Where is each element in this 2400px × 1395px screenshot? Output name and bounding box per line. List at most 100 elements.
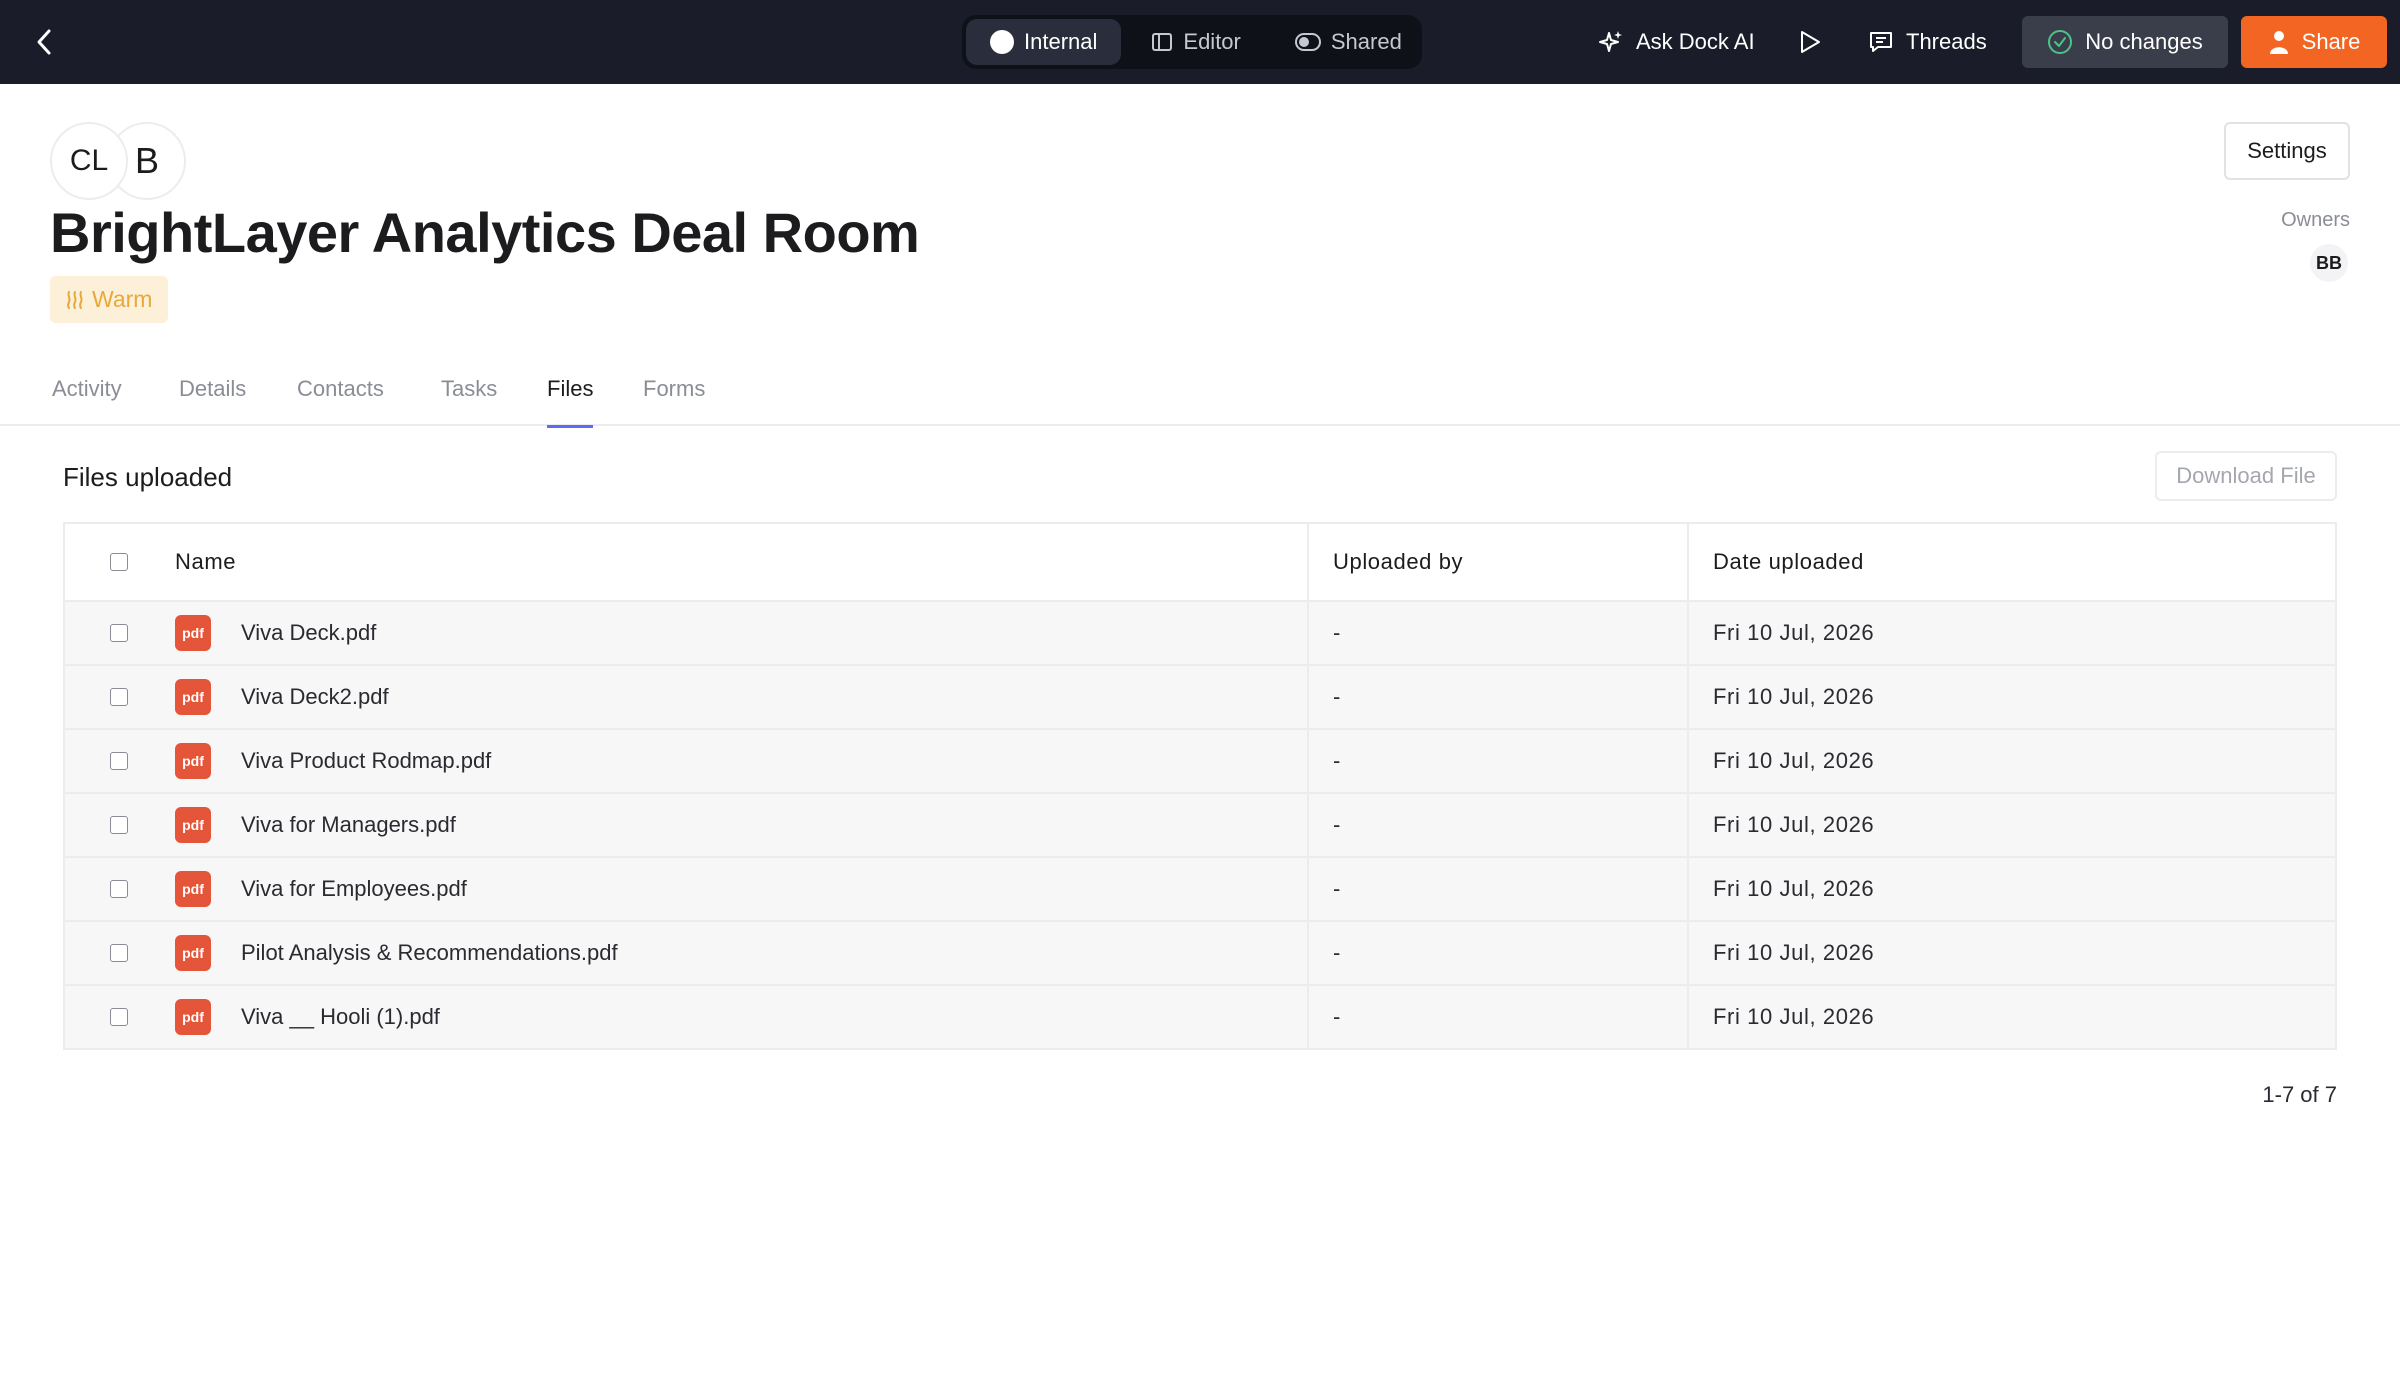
file-name-cell[interactable]: pdf Viva for Employees.pdf bbox=[173, 858, 1309, 920]
chat-icon bbox=[1870, 32, 1892, 52]
toggle-icon bbox=[1294, 33, 1321, 51]
check-circle-icon bbox=[2048, 30, 2073, 54]
row-checkbox[interactable] bbox=[110, 944, 128, 962]
file-name[interactable]: Pilot Analysis & Recommendations.pdf bbox=[241, 940, 618, 966]
pdf-file-icon: pdf bbox=[175, 615, 211, 651]
tab-activity[interactable]: Activity bbox=[52, 376, 122, 426]
file-name-cell[interactable]: pdf Pilot Analysis & Recommendations.pdf bbox=[173, 922, 1309, 984]
owner-avatar[interactable]: BB bbox=[2310, 244, 2348, 282]
pdf-file-icon: pdf bbox=[175, 807, 211, 843]
pdf-file-icon: pdf bbox=[175, 679, 211, 715]
row-select-cell bbox=[65, 922, 173, 984]
tab-files[interactable]: Files bbox=[547, 376, 594, 428]
row-select-cell bbox=[65, 858, 173, 920]
heat-icon bbox=[67, 290, 83, 309]
select-all-checkbox[interactable] bbox=[110, 553, 128, 571]
row-checkbox[interactable] bbox=[110, 816, 128, 834]
status-badge[interactable]: Warm bbox=[50, 276, 169, 323]
mode-shared-label: Shared bbox=[1330, 29, 1402, 54]
uploaded-by-cell: - bbox=[1309, 858, 1689, 920]
tab-tasks[interactable]: Tasks bbox=[441, 376, 497, 426]
status-badge-label: Warm bbox=[92, 286, 153, 312]
panel-icon bbox=[1152, 33, 1173, 51]
share-person-icon bbox=[2269, 31, 2288, 54]
sparkle-icon bbox=[1599, 31, 1622, 52]
table-row[interactable]: pdf Viva __ Hooli (1).pdf - Fri 10 Jul, 202… bbox=[65, 986, 2335, 1050]
tab-contacts[interactable]: Contacts bbox=[297, 376, 384, 426]
settings-button[interactable]: Settings bbox=[2224, 122, 2350, 180]
row-checkbox[interactable] bbox=[110, 1008, 128, 1026]
tab-forms[interactable]: Forms bbox=[643, 376, 705, 426]
pdf-file-icon: pdf bbox=[175, 935, 211, 971]
download-file-button[interactable]: Download File bbox=[2155, 451, 2337, 501]
table-row[interactable]: pdf Pilot Analysis & Recommendations.pdf -… bbox=[65, 922, 2335, 986]
row-select-cell bbox=[65, 602, 173, 664]
uploaded-by-cell: - bbox=[1309, 794, 1689, 856]
save-status-button[interactable]: No changes bbox=[2022, 16, 2228, 68]
table-row[interactable]: pdf Viva Deck2.pdf - Fri 10 Jul, 2026 bbox=[65, 666, 2335, 730]
column-header-name[interactable]: Name bbox=[173, 524, 1309, 600]
column-header-uploaded-by[interactable]: Uploaded by bbox=[1309, 524, 1689, 600]
row-select-cell bbox=[65, 666, 173, 728]
back-button[interactable] bbox=[24, 22, 64, 62]
mode-internal-button[interactable]: Internal bbox=[966, 19, 1122, 65]
table-row[interactable]: pdf Viva Product Rodmap.pdf - Fri 10 Jul, 2… bbox=[65, 730, 2335, 794]
tab-details[interactable]: Details bbox=[179, 376, 246, 426]
play-button[interactable] bbox=[1798, 18, 1822, 66]
date-uploaded-cell: Fri 10 Jul, 2026 bbox=[1713, 876, 1875, 901]
file-name[interactable]: Viva Deck2.pdf bbox=[241, 684, 389, 710]
ask-ai-button[interactable]: Ask Dock AI bbox=[1598, 18, 1755, 66]
avatar: CL bbox=[50, 122, 128, 200]
row-checkbox[interactable] bbox=[110, 624, 128, 642]
mode-shared-button[interactable]: Shared bbox=[1271, 19, 1426, 65]
files-table: Name Uploaded by Date uploaded pdf Viva D… bbox=[63, 522, 2337, 1050]
threads-label: Threads bbox=[1906, 29, 1987, 54]
uploaded-by-cell: - bbox=[1309, 986, 1689, 1048]
date-uploaded-cell: Fri 10 Jul, 2026 bbox=[1713, 748, 1875, 773]
file-name[interactable]: Viva for Employees.pdf bbox=[241, 876, 467, 902]
page-title: BrightLayer Analytics Deal Room bbox=[50, 201, 920, 264]
file-name-cell[interactable]: pdf Viva __ Hooli (1).pdf bbox=[173, 986, 1309, 1048]
row-checkbox[interactable] bbox=[110, 752, 128, 770]
tab-bar: Activity Details Contacts Tasks Files Fo… bbox=[0, 364, 2400, 428]
pagination-info: 1-7 of 7 bbox=[2262, 1082, 2337, 1107]
date-uploaded-cell: Fri 10 Jul, 2026 bbox=[1713, 812, 1875, 837]
files-section-title: Files uploaded bbox=[63, 462, 233, 492]
table-row[interactable]: pdf Viva for Managers.pdf - Fri 10 Jul, 202… bbox=[65, 794, 2335, 858]
pdf-file-icon: pdf bbox=[175, 871, 211, 907]
file-name[interactable]: Viva Deck.pdf bbox=[241, 620, 376, 646]
file-name-cell[interactable]: pdf Viva for Managers.pdf bbox=[173, 794, 1309, 856]
column-header-date-uploaded[interactable]: Date uploaded bbox=[1689, 524, 2335, 600]
table-row[interactable]: pdf Viva for Employees.pdf - Fri 10 Jul, 20… bbox=[65, 858, 2335, 922]
file-name-cell[interactable]: pdf Viva Product Rodmap.pdf bbox=[173, 730, 1309, 792]
uploaded-by-cell: - bbox=[1309, 602, 1689, 664]
threads-button[interactable]: Threads bbox=[1868, 18, 1987, 66]
no-changes-label: No changes bbox=[2085, 29, 2203, 54]
file-name[interactable]: Viva for Managers.pdf bbox=[241, 812, 456, 838]
table-header-row: Name Uploaded by Date uploaded bbox=[65, 524, 2335, 602]
date-uploaded-cell: Fri 10 Jul, 2026 bbox=[1713, 940, 1875, 965]
row-checkbox[interactable] bbox=[110, 688, 128, 706]
row-checkbox[interactable] bbox=[110, 880, 128, 898]
row-select-cell bbox=[65, 794, 173, 856]
file-name-cell[interactable]: pdf Viva Deck.pdf bbox=[173, 602, 1309, 664]
mode-editor-label: Editor bbox=[1183, 29, 1241, 54]
uploaded-by-cell: - bbox=[1309, 730, 1689, 792]
owners-label: Owners bbox=[2281, 209, 2350, 231]
date-uploaded-cell: Fri 10 Jul, 2026 bbox=[1713, 620, 1875, 645]
mode-editor-button[interactable]: Editor bbox=[1127, 19, 1264, 65]
circle-icon bbox=[990, 30, 1014, 54]
chevron-left-icon bbox=[37, 29, 51, 55]
date-uploaded-cell: Fri 10 Jul, 2026 bbox=[1713, 684, 1875, 709]
uploaded-by-cell: - bbox=[1309, 922, 1689, 984]
file-name[interactable]: Viva __ Hooli (1).pdf bbox=[241, 1004, 440, 1030]
pdf-file-icon: pdf bbox=[175, 743, 211, 779]
table-row[interactable]: pdf Viva Deck.pdf - Fri 10 Jul, 2026 bbox=[65, 602, 2335, 666]
row-select-cell bbox=[65, 986, 173, 1048]
share-label: Share bbox=[2301, 29, 2361, 54]
pdf-file-icon: pdf bbox=[175, 999, 211, 1035]
file-name[interactable]: Viva Product Rodmap.pdf bbox=[241, 748, 491, 774]
row-select-cell bbox=[65, 730, 173, 792]
share-button[interactable]: Share bbox=[2241, 16, 2387, 68]
file-name-cell[interactable]: pdf Viva Deck2.pdf bbox=[173, 666, 1309, 728]
